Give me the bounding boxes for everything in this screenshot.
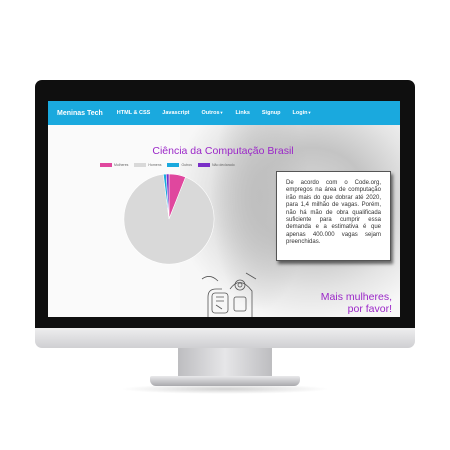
website-screen: Meninas Tech HTML & CSS Javascript Outro…	[48, 101, 400, 317]
nav-label: Javascript	[162, 110, 190, 116]
legend-swatch	[197, 163, 210, 167]
legend-swatch	[100, 163, 112, 167]
slogan-line-1: Mais mulheres,	[320, 291, 392, 303]
legend-item[interactable]: Homens	[134, 163, 161, 167]
legend-label: Outros	[181, 163, 192, 167]
monitor-stand-base	[150, 376, 300, 386]
nav-outros-dropdown[interactable]: Outros▼	[196, 110, 230, 116]
nav-label: HTML & CSS	[116, 110, 151, 116]
legend-swatch	[167, 163, 180, 167]
nav-label: Signup	[261, 110, 281, 116]
nav-links[interactable]: Links	[230, 110, 256, 116]
legend-label: Mulheres	[114, 163, 129, 167]
page-title: Ciência da Computação Brasil	[152, 145, 294, 157]
pie-chart	[123, 173, 215, 265]
nav-login-dropdown[interactable]: Login▼	[287, 110, 318, 116]
legend-swatch	[134, 163, 147, 167]
chart-legend: Mulheres Homens Outros Não declarado	[100, 163, 235, 167]
robot-sketch-illustration	[201, 272, 257, 317]
legend-item[interactable]: Não declarado	[197, 163, 235, 167]
slogan-line-2: por favor!	[347, 303, 392, 315]
navbar: Meninas Tech HTML & CSS Javascript Outro…	[48, 101, 400, 125]
caret-down-icon: ▼	[307, 110, 312, 115]
brand-link[interactable]: Meninas Tech	[48, 110, 111, 117]
caret-down-icon: ▼	[219, 110, 224, 115]
nav-javascript[interactable]: Javascript	[156, 110, 195, 116]
info-text-box: De acordo com o Code.org, empregos na ár…	[276, 171, 391, 261]
legend-item[interactable]: Mulheres	[100, 163, 128, 167]
legend-label: Homens	[148, 163, 162, 167]
nav-label: Login	[292, 110, 308, 116]
legend-label: Não declarado	[211, 163, 235, 167]
slogan: Mais mulheres, por favor!	[321, 291, 392, 315]
nav-html-css[interactable]: HTML & CSS	[111, 110, 157, 116]
nav-signup[interactable]: Signup	[256, 110, 287, 116]
monitor-stand-neck	[178, 348, 272, 378]
nav-label: Outros	[201, 110, 220, 116]
nav-label: Links	[235, 110, 250, 116]
monitor-chin	[35, 328, 415, 348]
legend-item[interactable]: Outros	[167, 163, 192, 167]
